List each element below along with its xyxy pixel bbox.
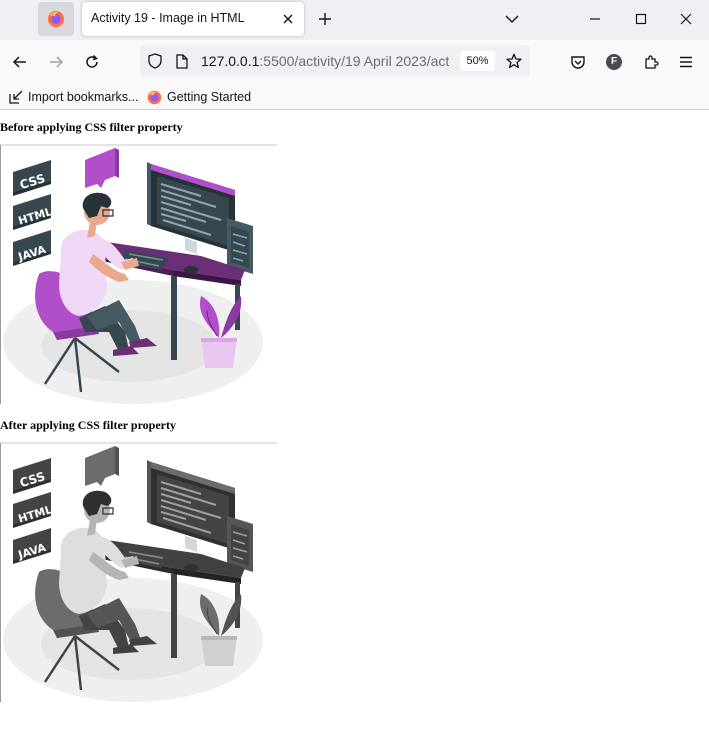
import-icon [9, 90, 23, 104]
chevron-down-icon [505, 15, 519, 23]
tracking-protection-shield-icon[interactable] [147, 53, 163, 69]
app-menu-button[interactable] [672, 48, 700, 76]
badge-java: JAVA [13, 230, 51, 266]
code-sign-bubble [85, 148, 119, 188]
tab-title: Activity 19 - Image in HTML [91, 11, 245, 25]
reload-icon [86, 54, 98, 68]
developer-illustration: CSS HTML JAVA [3, 148, 263, 404]
page-content: Before applying CSS filter property CSS … [0, 110, 709, 736]
url-path: :5500/activity/19 April 2023/act [259, 53, 450, 69]
url-text[interactable]: 127.0.0.1:5500/activity/19 April 2023/ac… [201, 53, 453, 69]
badge-html: HTML [13, 492, 54, 528]
bookmark-import[interactable]: Import bookmarks... [9, 88, 138, 106]
minimize-icon [590, 18, 600, 20]
arrow-right-icon [50, 56, 64, 68]
bookmark-star-icon[interactable] [504, 51, 524, 71]
badge-html: HTML [13, 194, 54, 230]
pocket-icon [571, 56, 585, 69]
maximize-button[interactable] [618, 0, 664, 38]
back-button[interactable] [6, 48, 34, 76]
zoom-level-badge[interactable]: 50% [460, 51, 495, 71]
minimize-button[interactable] [572, 0, 618, 38]
page-info-icon[interactable] [174, 53, 190, 69]
forward-button[interactable] [42, 48, 70, 76]
list-all-tabs-button[interactable] [502, 9, 522, 29]
developer-illustration-grayscale: CSS HTML JAVA [3, 446, 263, 702]
firefox-view-button[interactable] [38, 2, 74, 36]
hamburger-menu-icon [680, 56, 692, 68]
bookmark-label: Getting Started [167, 90, 252, 104]
puzzle-icon [645, 55, 659, 69]
illustration-after: CSS HTML JAVA [0, 442, 277, 702]
firefox-logo-icon [147, 90, 162, 104]
account-button[interactable]: F [600, 48, 628, 76]
before-caption: Before applying CSS filter property [0, 120, 183, 134]
bookmark-getting-started[interactable]: Getting Started [147, 88, 251, 106]
after-caption: After applying CSS filter property [0, 418, 176, 432]
bookmark-label: Import bookmarks... [28, 90, 139, 104]
extensions-button[interactable] [637, 48, 665, 76]
tab-strip: Activity 19 - Image in HTML [0, 0, 709, 40]
tab-active[interactable]: Activity 19 - Image in HTML [82, 2, 304, 36]
bookmarks-toolbar: Import bookmarks... Getting Started [0, 84, 709, 110]
close-window-button[interactable] [663, 0, 709, 38]
code-sign-bubble [85, 446, 119, 486]
navigation-toolbar: 127.0.0.1:5500/activity/19 April 2023/ac… [0, 40, 709, 84]
tab-close-icon[interactable] [280, 11, 296, 27]
url-bar[interactable]: 127.0.0.1:5500/activity/19 April 2023/ac… [140, 45, 530, 77]
firefox-logo-icon [47, 10, 65, 28]
plus-icon [319, 13, 331, 25]
pocket-button[interactable] [564, 48, 592, 76]
badge-css: CSS [13, 160, 51, 196]
close-icon [680, 13, 692, 25]
account-initial: F [610, 56, 618, 67]
badge-css: CSS [13, 458, 51, 494]
badge-java: JAVA [13, 528, 51, 564]
illustration-before: CSS HTML JAVA [0, 144, 277, 404]
url-host: 127.0.0.1 [201, 53, 260, 69]
maximize-icon [635, 13, 647, 25]
reload-button[interactable] [78, 48, 106, 76]
new-tab-button[interactable] [314, 8, 336, 30]
arrow-left-icon [12, 56, 26, 68]
